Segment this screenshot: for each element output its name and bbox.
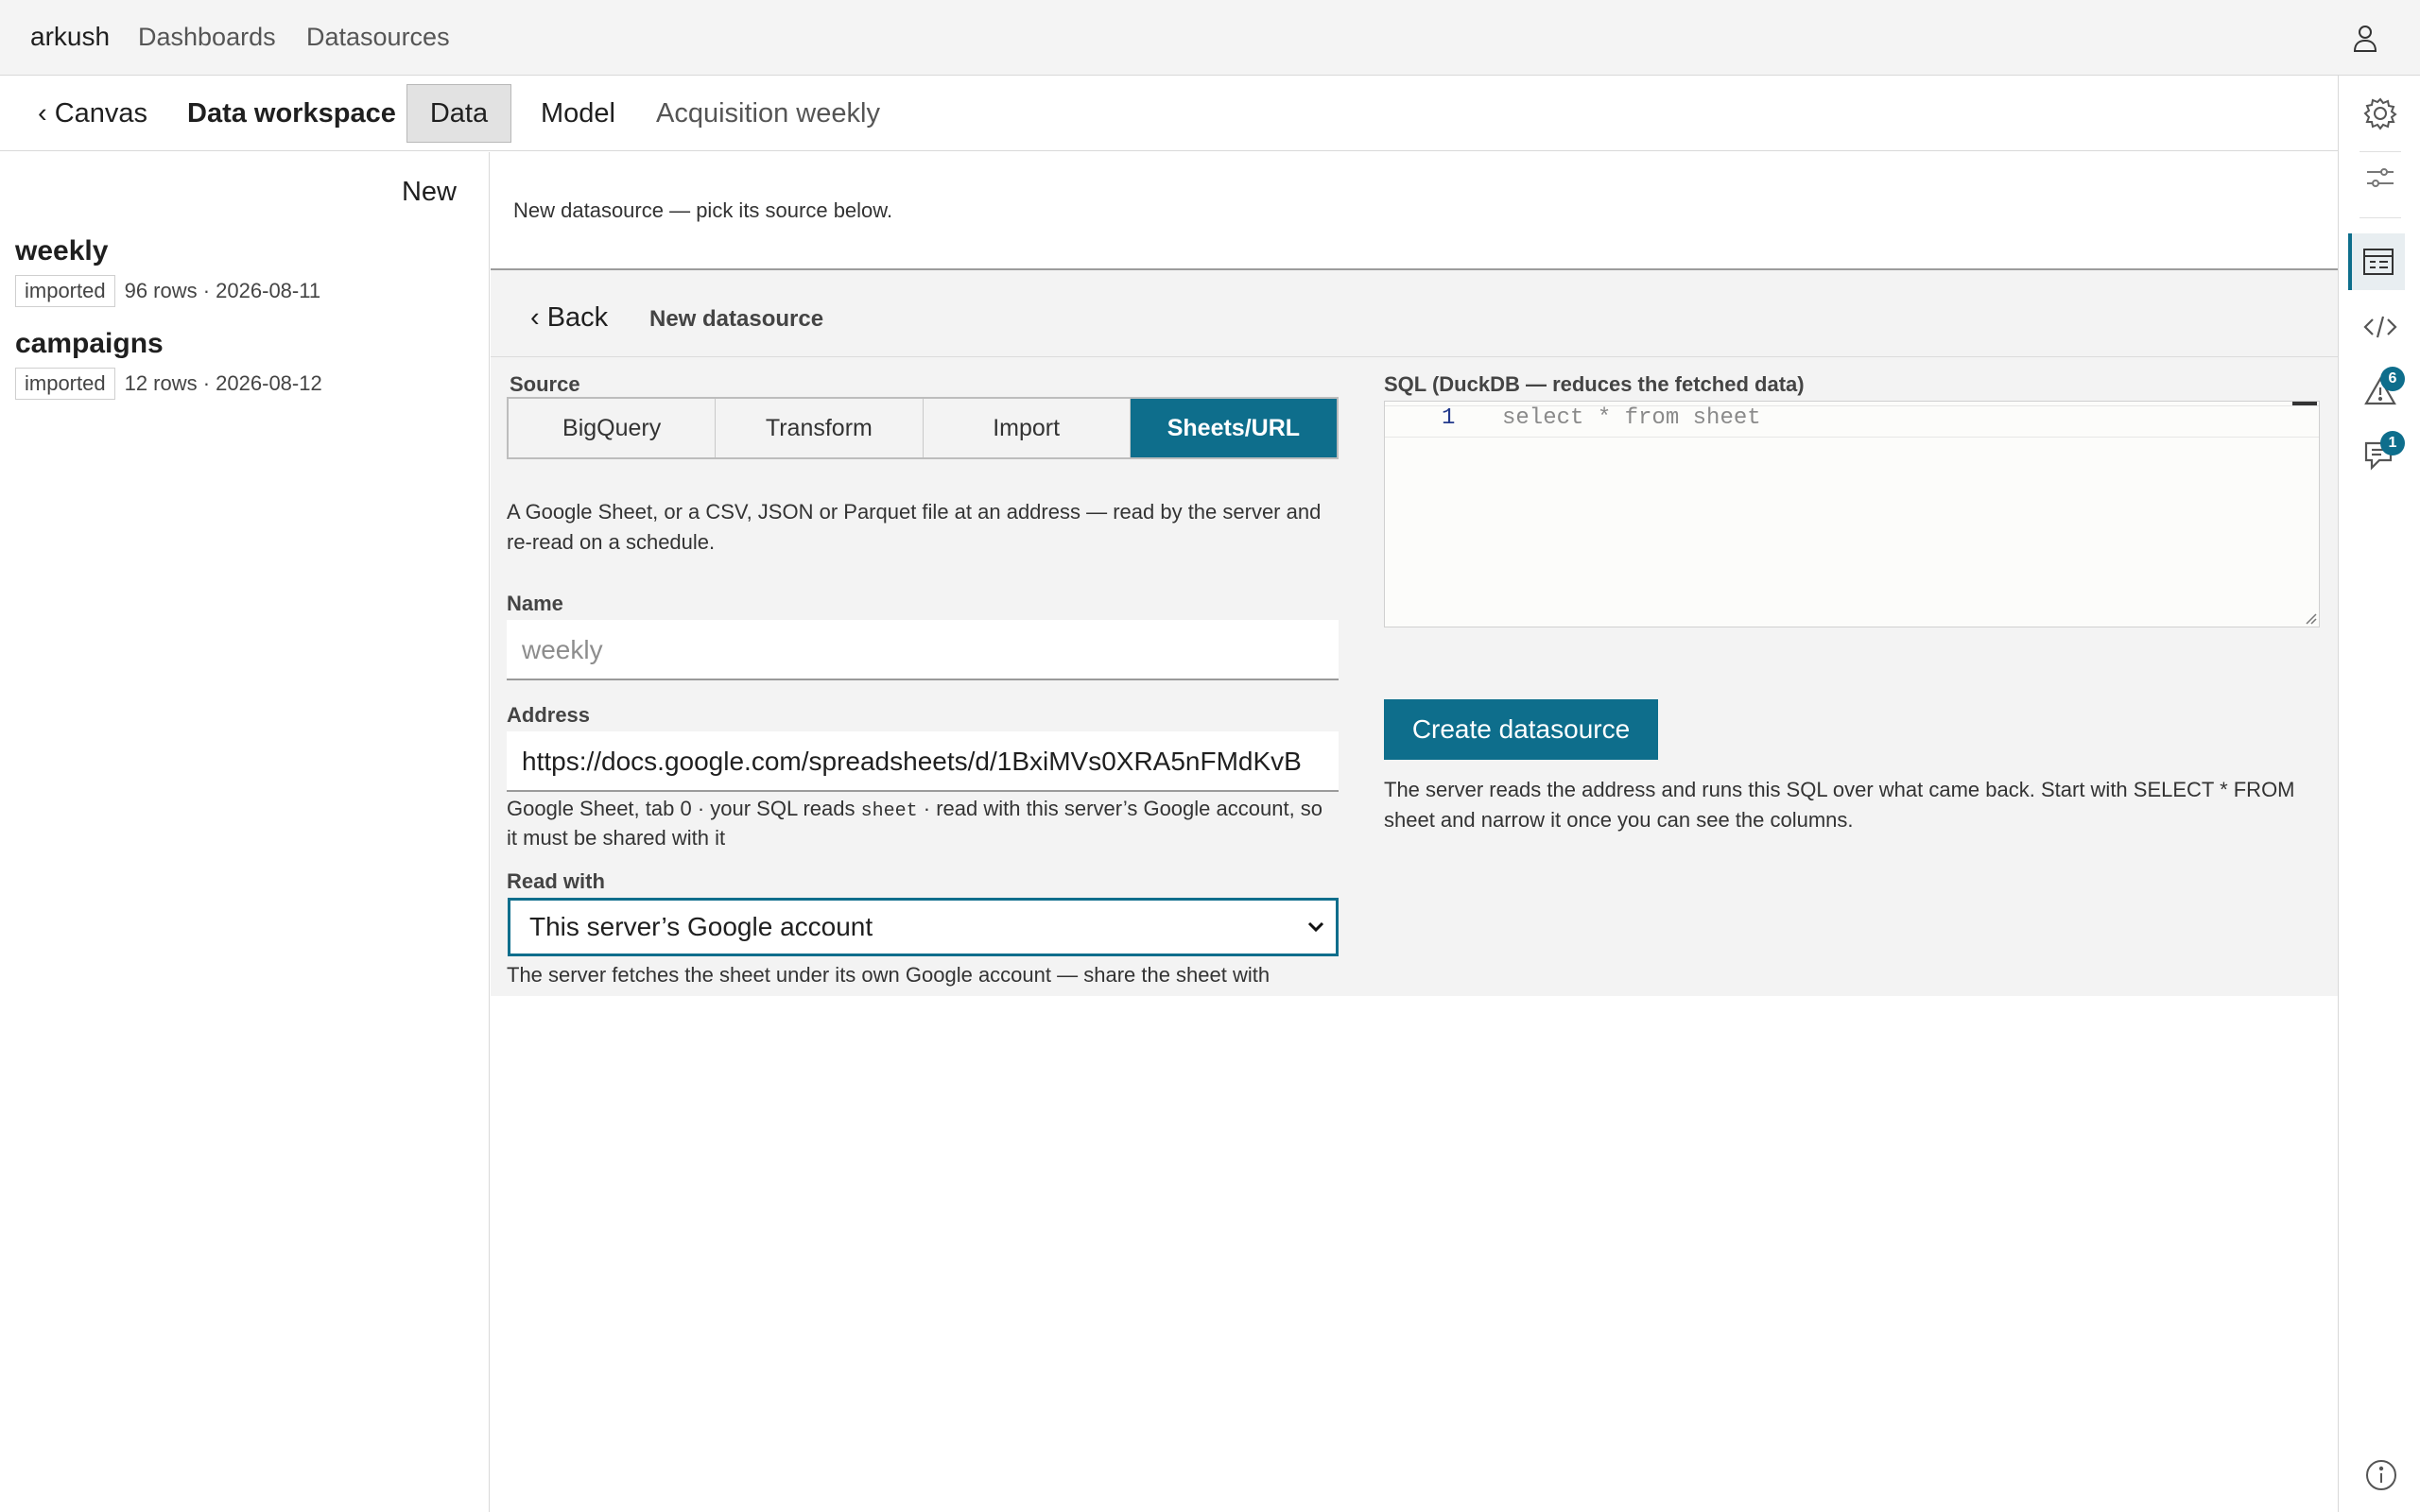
address-hint: Google Sheet, tab 0 · your SQL reads she… (507, 797, 1323, 850)
name-input[interactable]: weekly (507, 620, 1339, 680)
source-option-transform[interactable]: Transform (716, 399, 924, 457)
brand-logo[interactable]: arkush (30, 22, 110, 52)
status-badge: imported (15, 275, 115, 307)
source-label: Source (510, 372, 580, 396)
comments-icon[interactable]: 1 (2352, 427, 2409, 484)
create-note: The server reads the address and runs th… (1384, 778, 2295, 832)
tab-model[interactable]: Model (541, 76, 615, 151)
workspace-title: Data workspace (187, 98, 396, 129)
datasource-name: weekly (15, 235, 109, 266)
datasource-name: campaigns (15, 328, 164, 359)
top-bar: arkush Dashboards Datasources (0, 0, 2420, 76)
tab-acquisition-weekly[interactable]: Acquisition weekly (656, 76, 880, 151)
warning-icon[interactable]: 6 (2352, 363, 2409, 420)
sql-line-number: 1 (1442, 405, 1456, 431)
nav-datasources[interactable]: Datasources (306, 23, 450, 52)
datasource-list-pane: New weekly imported 96 rows · 2026-08-11… (0, 152, 490, 1512)
source-selector: BigQuery Transform Import Sheets/URL (507, 397, 1339, 459)
sliders-icon[interactable] (2352, 149, 2409, 206)
right-icon-rail: 6 1 (2338, 76, 2420, 1512)
nav-dashboards[interactable]: Dashboards (138, 23, 276, 52)
editor-scrollbar[interactable] (2292, 402, 2317, 405)
warning-count-badge: 6 (2380, 367, 2405, 391)
settings-icon[interactable] (2352, 85, 2409, 142)
datasource-item[interactable]: weekly imported 96 rows · 2026-08-11 (15, 235, 320, 307)
chevron-down-icon (1304, 901, 1328, 954)
resize-handle-icon[interactable] (2304, 611, 2317, 625)
comments-count-badge: 1 (2380, 431, 2405, 455)
code-icon[interactable] (2352, 299, 2409, 355)
back-to-canvas-link[interactable]: ‹ Canvas (38, 76, 147, 151)
source-option-sheets-url[interactable]: Sheets/URL (1130, 399, 1337, 457)
source-option-import[interactable]: Import (924, 399, 1131, 457)
sql-label: SQL (DuckDB — reduces the fetched data) (1384, 372, 1805, 396)
back-button[interactable]: ‹ Back (530, 302, 608, 334)
sql-code[interactable]: select * from sheet (1502, 405, 1761, 431)
user-icon[interactable] (2348, 21, 2382, 55)
datasource-item[interactable]: campaigns imported 12 rows · 2026-08-12 (15, 328, 322, 400)
workspace-header: ‹ Canvas Data workspace Data Model Acqui… (0, 76, 2338, 151)
datasource-meta: 96 rows · 2026-08-11 (124, 279, 321, 302)
status-badge: imported (15, 368, 115, 400)
source-option-bigquery[interactable]: BigQuery (509, 399, 717, 457)
read-with-select[interactable]: This server’s Google account (508, 898, 1339, 956)
intro-text: New datasource — pick its source below. (513, 198, 893, 222)
read-with-label: Read with (507, 869, 605, 893)
info-icon[interactable] (2363, 1457, 2399, 1493)
create-datasource-button[interactable]: Create datasource (1384, 699, 1658, 760)
panel-title: New datasource (649, 306, 824, 332)
name-label: Name (507, 592, 563, 615)
address-label: Address (507, 703, 591, 727)
read-with-selected-value: This server’s Google account (529, 912, 873, 941)
new-datasource-panel: ‹ Back New datasource Source BigQuery Tr… (491, 268, 2338, 996)
source-description: A Google Sheet, or a CSV, JSON or Parque… (507, 500, 1322, 554)
sql-editor[interactable]: 1 select * from sheet (1384, 401, 2320, 627)
sheet-code: sheet (860, 800, 918, 822)
read-with-hint: The server fetches the sheet under its o… (507, 963, 1270, 987)
panel-header: ‹ Back New datasource (491, 270, 2338, 357)
tab-data[interactable]: Data (406, 84, 511, 143)
address-input[interactable]: https://docs.google.com/spreadsheets/d/1… (507, 731, 1339, 792)
table-icon[interactable] (2348, 233, 2405, 290)
datasource-meta: 12 rows · 2026-08-12 (124, 371, 322, 395)
new-datasource-button[interactable]: New (402, 177, 457, 208)
